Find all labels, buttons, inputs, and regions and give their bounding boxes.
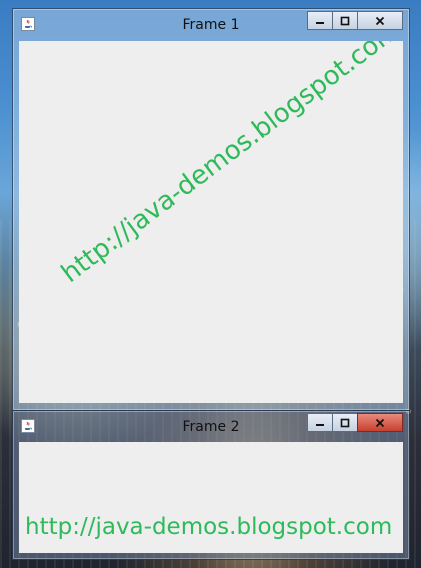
minimize-button[interactable] [307,11,333,30]
window-controls [307,413,403,432]
minimize-icon [316,423,324,426]
maximize-icon [340,418,350,427]
close-button[interactable] [357,413,403,432]
frame-2-window[interactable]: Frame 2 http://java-demos.blogspot.com [12,410,410,560]
window-controls [307,11,403,30]
minimize-button[interactable] [307,413,333,432]
frame-2-content-pane: http://java-demos.blogspot.com [19,442,403,553]
frame-2-titlebar[interactable]: Frame 2 [13,411,409,441]
close-icon [375,16,385,25]
frame-1-titlebar[interactable]: Frame 1 [13,9,409,39]
watermark-text: http://java-demos.blogspot.com [25,514,393,540]
diagonal-watermark-text: http://java-demos.blogspot.com [55,41,403,289]
close-icon [375,418,385,427]
maximize-button[interactable] [332,11,358,30]
frame-1-content-pane: http://java-demos.blogspot.com [19,41,403,403]
frame-1-window[interactable]: Frame 1 http://java-demos.blogspot.com [12,8,410,411]
close-button[interactable] [357,11,403,30]
maximize-button[interactable] [332,413,358,432]
minimize-icon [316,21,324,24]
maximize-icon [340,16,350,25]
